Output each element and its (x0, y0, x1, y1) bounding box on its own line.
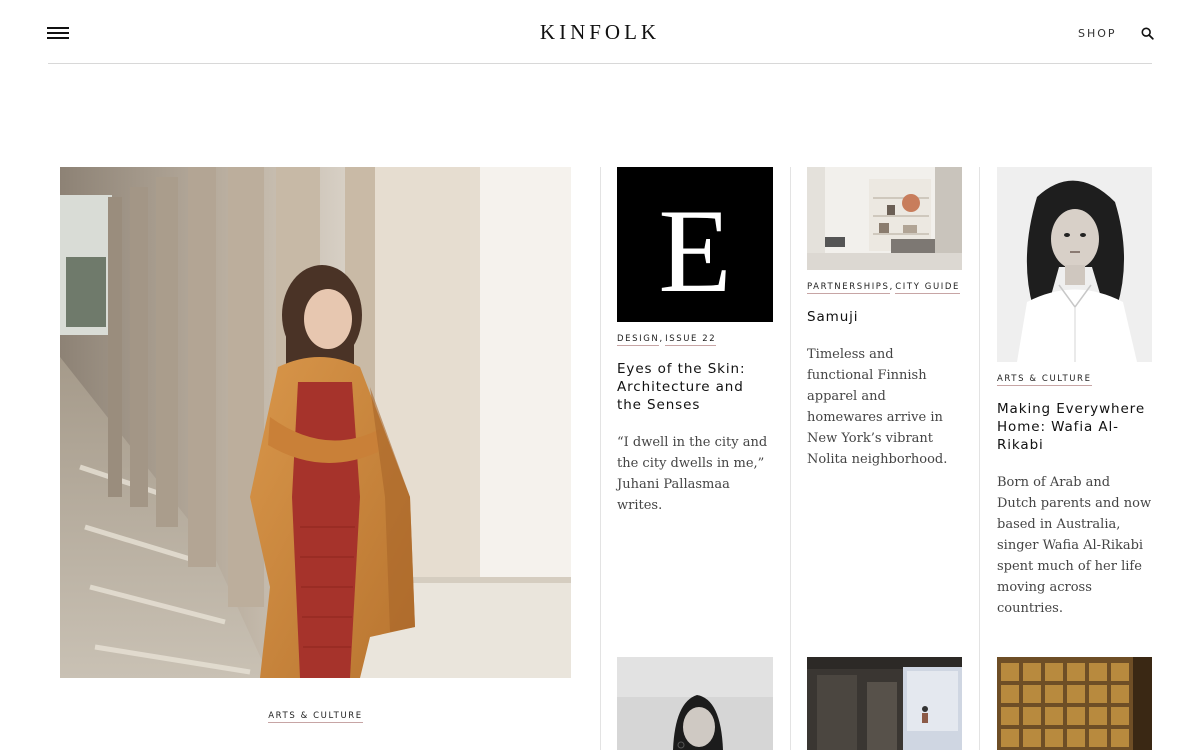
article-card: ARTS & CULTURE Making Everywhere Home: W… (997, 362, 1153, 619)
article-tag[interactable]: DESIGN (617, 334, 660, 346)
article-title[interactable]: Samuji (807, 308, 963, 326)
thumbnail-letter: E (658, 184, 731, 317)
site-logo[interactable]: KINFOLK (0, 20, 1200, 45)
article-excerpt: “I dwell in the city and the city dwells… (617, 435, 768, 513)
article-tag[interactable]: CITY GUIDE (895, 282, 961, 294)
article-title[interactable]: Eyes of the Skin: Architecture and the S… (617, 360, 773, 414)
article-tag[interactable]: PARTNERSHIPS (807, 282, 890, 294)
column-divider (979, 167, 980, 750)
header-divider (48, 63, 1152, 64)
article-title[interactable]: Making Everywhere Home: Wafia Al-Rikabi (997, 400, 1153, 454)
article-tag[interactable]: ARTS & CULTURE (997, 374, 1092, 386)
article-card: DESIGN, ISSUE 22 Eyes of the Skin: Archi… (617, 322, 773, 516)
article-thumbnail[interactable] (997, 657, 1152, 750)
article-tags: DESIGN, ISSUE 22 (617, 334, 717, 346)
hero-category-tag[interactable]: ARTS & CULTURE (268, 711, 363, 723)
article-tags: ARTS & CULTURE (997, 369, 1153, 386)
article-thumbnail[interactable] (807, 167, 962, 270)
article-tags: PARTNERSHIPS, CITY GUIDE (807, 282, 961, 294)
article-thumbnail[interactable]: E (617, 167, 773, 322)
article-card: PARTNERSHIPS, CITY GUIDE Samuji Timeless… (807, 270, 963, 470)
column-divider (600, 167, 601, 750)
column-divider (790, 167, 791, 750)
article-thumbnail[interactable] (617, 657, 773, 750)
article-tag[interactable]: ISSUE 22 (665, 334, 717, 346)
search-icon[interactable] (1141, 27, 1154, 40)
hero-article-image[interactable] (60, 167, 571, 678)
article-thumbnail[interactable] (997, 167, 1152, 362)
shop-link[interactable]: SHOP (1078, 27, 1117, 40)
article-thumbnail[interactable] (807, 657, 962, 750)
site-header: KINFOLK SHOP (0, 0, 1200, 64)
article-excerpt: Born of Arab and Dutch parents and now b… (997, 475, 1152, 616)
hero-tag-container: ARTS & CULTURE (60, 703, 571, 723)
article-excerpt: Timeless and functional Finnish apparel … (807, 347, 948, 467)
